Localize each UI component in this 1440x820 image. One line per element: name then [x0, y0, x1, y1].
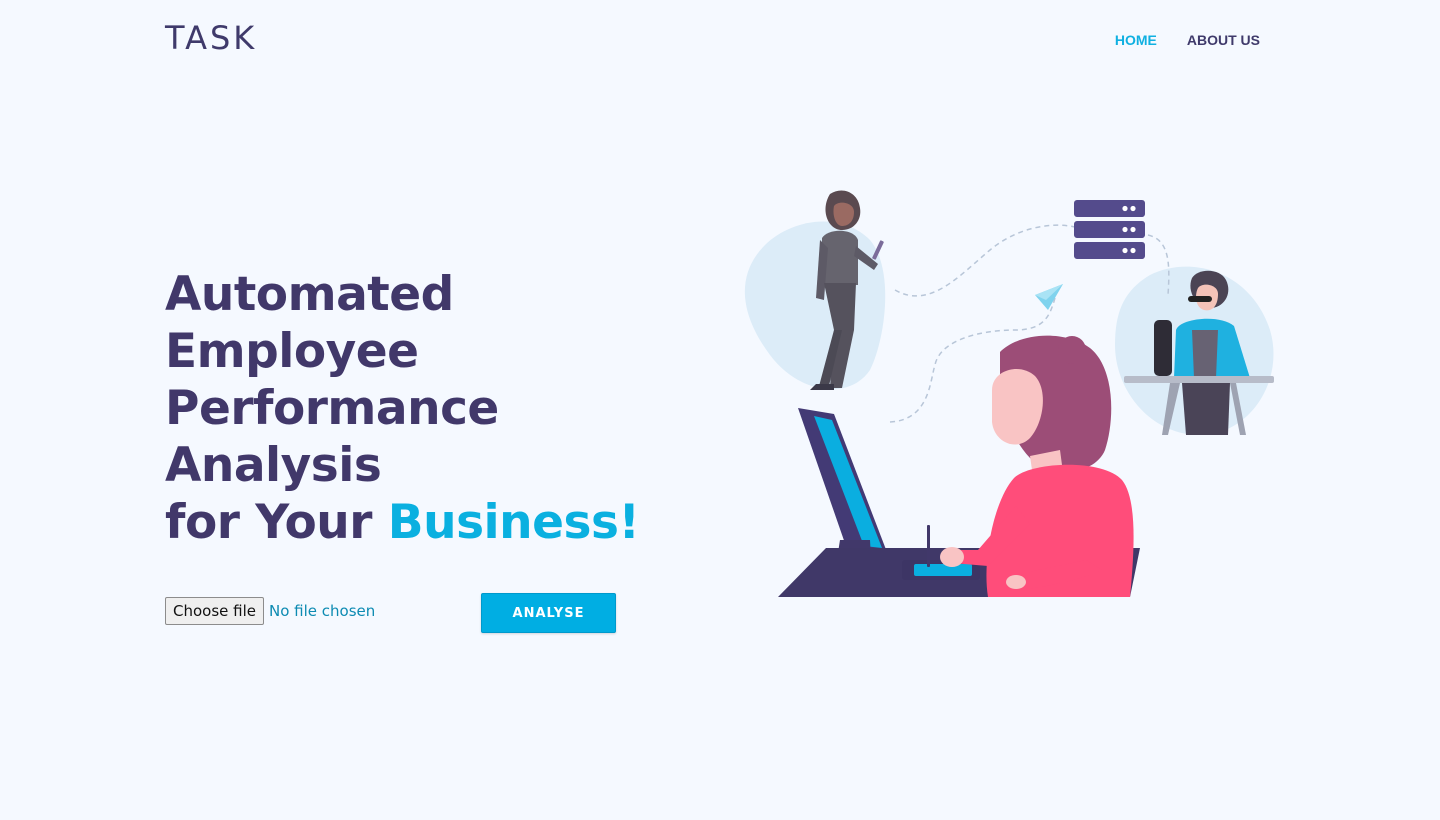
hero-headline: Automated Employee Performance Analysis … [165, 266, 640, 551]
file-upload: Choose file No file chosen [165, 597, 375, 625]
server-stack-icon [1074, 200, 1145, 259]
headline-line-5: for Your Business! [165, 494, 640, 551]
analyse-button[interactable]: ANALYSE [481, 593, 616, 633]
headline-line-3: Performance [165, 381, 499, 436]
headline-line-2: Employee [165, 324, 419, 379]
nav-home[interactable]: HOME [1115, 31, 1157, 49]
team-collaboration-illustration [744, 190, 1274, 597]
brand-logo[interactable]: TASK [165, 18, 257, 58]
background-blob-left [744, 221, 886, 390]
headline-prefix: for Your [165, 495, 388, 550]
file-status-text: No file chosen [269, 602, 376, 620]
nav-about-us[interactable]: ABOUT US [1187, 31, 1260, 49]
paper-plane-icon [1035, 284, 1063, 310]
woman-at-desk-figure [927, 335, 1134, 597]
headline-line-1: Automated [165, 267, 454, 322]
headline-line-4: Analysis [165, 438, 382, 493]
dashed-connector-top [894, 224, 1086, 297]
choose-file-button[interactable]: Choose file [165, 597, 264, 625]
headline-accent: Business! [387, 495, 640, 550]
main-nav: HOME ABOUT US [1115, 31, 1260, 49]
